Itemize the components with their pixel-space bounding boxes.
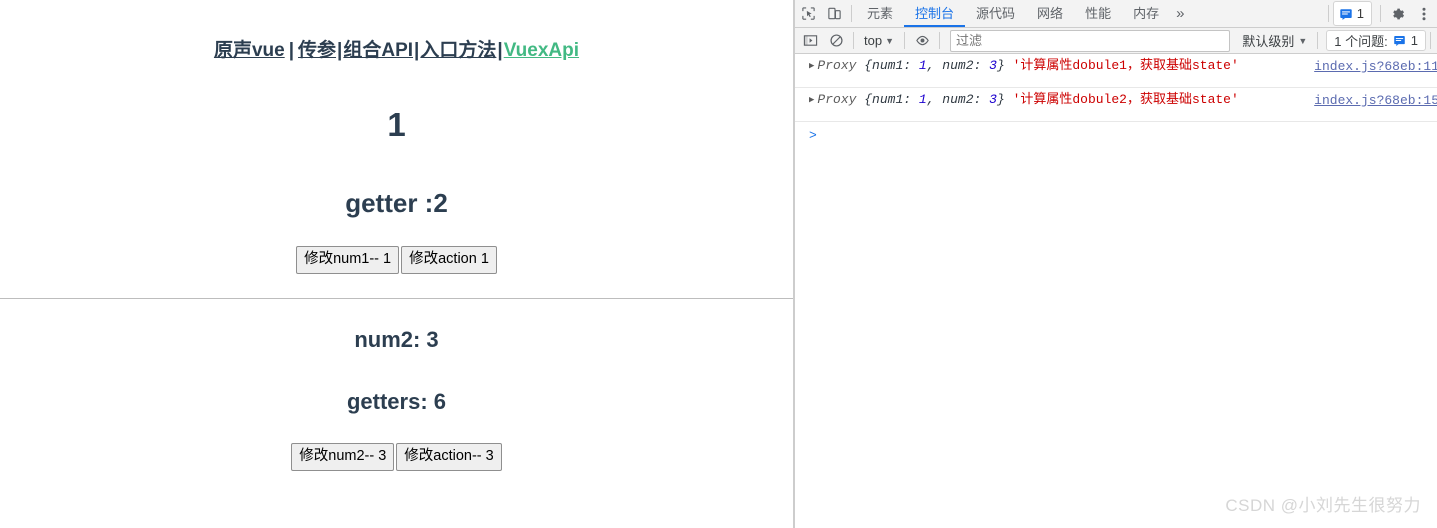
log-message-text: '计算属性dobule1，获取基础state' <box>1012 58 1239 73</box>
modify-num1-button[interactable]: 修改num1-- 1 <box>296 245 400 275</box>
nav-links: 原声vue | 传参|组合API|入口方法|VuexApi <box>0 0 793 63</box>
gear-icon[interactable] <box>1385 1 1411 27</box>
log-object-comma: , <box>926 92 943 107</box>
chevron-down-icon: ▼ <box>885 35 894 46</box>
tab-memory[interactable]: 内存 <box>1122 1 1170 27</box>
log-source-link[interactable]: index.js?68eb:11 <box>1314 58 1437 75</box>
console-prompt[interactable]: > <box>795 122 1437 149</box>
console-sidebar-icon[interactable] <box>797 28 823 54</box>
log-object-value: 1 <box>918 92 927 107</box>
log-object-type: Proxy <box>817 92 857 107</box>
getter-double1-line: getter :2 <box>345 188 448 219</box>
log-object-key: num1 <box>872 92 904 107</box>
nav-link-chuancan[interactable]: 传参 <box>298 40 336 61</box>
log-object-colon: : <box>903 92 919 107</box>
message-count: 1 <box>1356 6 1364 21</box>
tab-network[interactable]: 网络 <box>1026 1 1074 27</box>
log-object-colon: : <box>973 58 990 73</box>
clear-console-icon[interactable] <box>823 28 849 54</box>
modify-action1-button[interactable]: 修改action 1 <box>401 245 497 275</box>
nav-link-yuansheng-vue[interactable]: 原声vue <box>214 40 285 61</box>
console-log-row[interactable]: ▶ Proxy {num1: 1, num2: 3} '计算属性dobule2，获… <box>795 88 1437 122</box>
modify-action2-button[interactable]: 修改action-- 3 <box>396 443 502 472</box>
nav-separator: | <box>288 40 295 61</box>
state-num2-line: num2: 3 <box>354 327 439 353</box>
console-filter-input[interactable] <box>950 29 1231 52</box>
log-object-value: 3 <box>989 58 997 73</box>
live-expression-icon[interactable] <box>909 28 935 54</box>
log-object-close: } <box>996 58 1005 73</box>
console-output[interactable]: ▶ Proxy {num1: 1, num2: 3} '计算属性dobule1，获… <box>795 54 1437 528</box>
nav-separator: | <box>497 40 503 61</box>
log-object-close: } <box>996 92 1005 107</box>
tab-console[interactable]: 控制台 <box>904 1 965 27</box>
section2-button-row: 修改num2-- 3 修改action-- 3 <box>0 443 793 472</box>
log-object-key: num2 <box>942 58 974 73</box>
log-object-type: Proxy <box>817 58 857 73</box>
device-toolbar-icon[interactable] <box>821 1 847 27</box>
section1-button-row: 修改num1-- 1 修改action 1 <box>0 245 793 275</box>
modify-num2-button[interactable]: 修改num2-- 3 <box>291 443 395 472</box>
tab-performance[interactable]: 性能 <box>1074 1 1122 27</box>
execution-context-select[interactable]: top ▼ <box>858 33 900 48</box>
expand-triangle-icon[interactable]: ▶ <box>809 58 814 75</box>
tab-sources[interactable]: 源代码 <box>965 1 1026 27</box>
log-object-key: num2 <box>942 92 974 107</box>
console-toolbar: top ▼ 默认级别 ▼ 1 个问题: <box>795 28 1437 54</box>
toolbar-separator <box>1317 32 1319 49</box>
devtools-panel: 元素 控制台 源代码 网络 性能 内存 » 1 top ▼ 过滤 默认级别 ▼ … <box>795 0 1437 528</box>
message-bubble-icon <box>1393 34 1406 47</box>
inspect-element-icon[interactable] <box>795 1 821 27</box>
toolbar-separator <box>904 32 905 49</box>
log-object-body: { <box>856 58 873 73</box>
csdn-watermark: CSDN @小刘先生很努力 <box>1225 496 1421 515</box>
screenshot-root: 原声vue | 传参|组合API|入口方法|VuexApi 1 getter :2 … <box>0 0 1437 528</box>
console-level-label: 默认级别 <box>1242 34 1295 49</box>
expand-triangle-icon[interactable]: ▶ <box>809 92 814 109</box>
toolbar-separator <box>1327 5 1329 22</box>
devtools-tabbar: 元素 控制台 源代码 网络 性能 内存 » 1 <box>795 0 1437 28</box>
issues-label: 1 个问题: <box>1334 34 1388 49</box>
tab-elements[interactable]: 元素 <box>856 1 904 27</box>
log-object-key: num1 <box>872 58 904 73</box>
toolbar-separator <box>1380 5 1381 22</box>
browser-page-content: 原声vue | 传参|组合API|入口方法|VuexApi 1 getter :2 … <box>0 0 793 528</box>
log-object-colon: : <box>903 58 919 73</box>
log-source-link[interactable]: index.js?68eb:15 <box>1314 92 1437 109</box>
console-message-badge[interactable]: 1 <box>1332 1 1372 26</box>
issues-count: 1 <box>1410 33 1418 48</box>
log-object-value: 1 <box>918 58 927 73</box>
kebab-menu-icon[interactable] <box>1411 1 1437 27</box>
section-divider <box>0 298 793 300</box>
log-object-value: 3 <box>989 92 997 107</box>
log-message-text: '计算属性dobule2，获取基础state' <box>1012 92 1239 107</box>
message-bubble-icon <box>1339 7 1353 21</box>
log-object-colon: : <box>973 92 990 107</box>
chevron-down-icon: ▼ <box>1298 35 1308 46</box>
toolbar-separator <box>1430 32 1431 49</box>
prompt-chevron-icon: > <box>809 128 817 143</box>
console-log-row[interactable]: ▶ Proxy {num1: 1, num2: 3} '计算属性dobule1，获… <box>795 54 1437 88</box>
more-tabs-icon[interactable]: » <box>1170 5 1190 22</box>
nav-link-zuhe-api[interactable]: 组合API <box>343 40 413 61</box>
issues-indicator[interactable]: 1 个问题: 1 <box>1326 30 1426 51</box>
nav-link-rukou-fangfa[interactable]: 入口方法 <box>420 40 496 61</box>
log-object-comma: , <box>926 58 943 73</box>
getters-double2-line: getters: 6 <box>346 389 447 415</box>
toolbar-separator <box>853 32 854 49</box>
toolbar-separator <box>851 5 852 22</box>
execution-context-label: top <box>864 33 883 48</box>
console-level-select[interactable]: 默认级别 ▼ <box>1236 31 1313 50</box>
nav-link-vuexapi[interactable]: VuexApi <box>504 40 579 61</box>
log-object-body: { <box>856 92 873 107</box>
state-num1-value: 1 <box>387 105 406 143</box>
toolbar-separator <box>939 32 940 49</box>
